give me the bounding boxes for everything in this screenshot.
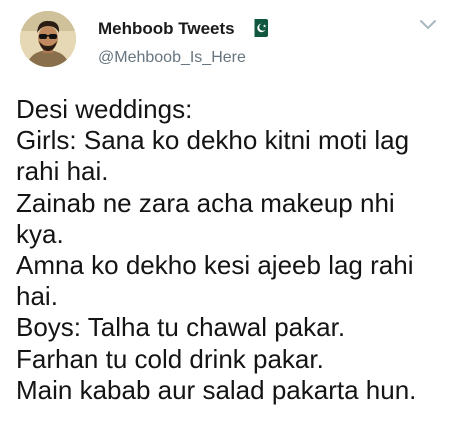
- tweet-text-line: Main kabab aur salad pakarta hun.: [16, 374, 417, 405]
- tweet-text: Desi weddings: Girls: Sana ko dekho kitn…: [16, 94, 446, 406]
- tweet-text-line: kya.: [16, 218, 64, 249]
- avatar-portrait-icon: [20, 11, 76, 67]
- username[interactable]: @Mehboob_Is_Here: [98, 49, 246, 67]
- display-name[interactable]: Mehboob Tweets: [98, 19, 235, 39]
- tweet-text-line: Girls: Sana ko dekho kitni moti lag: [16, 125, 410, 156]
- tweet-text-line: Desi weddings:: [16, 94, 193, 124]
- tweet-text-line: Amna ko dekho kesi ajeeb lag rahi: [16, 250, 414, 281]
- pakistan-flag-icon: [250, 19, 268, 37]
- avatar[interactable]: [20, 11, 76, 67]
- chevron-down-icon[interactable]: [418, 18, 438, 32]
- tweet-text-line: Farhan tu cold drink pakar.: [16, 343, 324, 374]
- tweet-card: Mehboob Tweets @Mehboob_Is_Here Desi wed…: [0, 0, 450, 443]
- tweet-text-line: Boys: Talha tu chawal pakar.: [16, 312, 346, 343]
- tweet-text-line: rahi hai.: [16, 156, 109, 187]
- tweet-text-line: Zainab ne zara acha makeup nhi: [16, 187, 395, 218]
- tweet-text-line: hai.: [16, 281, 58, 312]
